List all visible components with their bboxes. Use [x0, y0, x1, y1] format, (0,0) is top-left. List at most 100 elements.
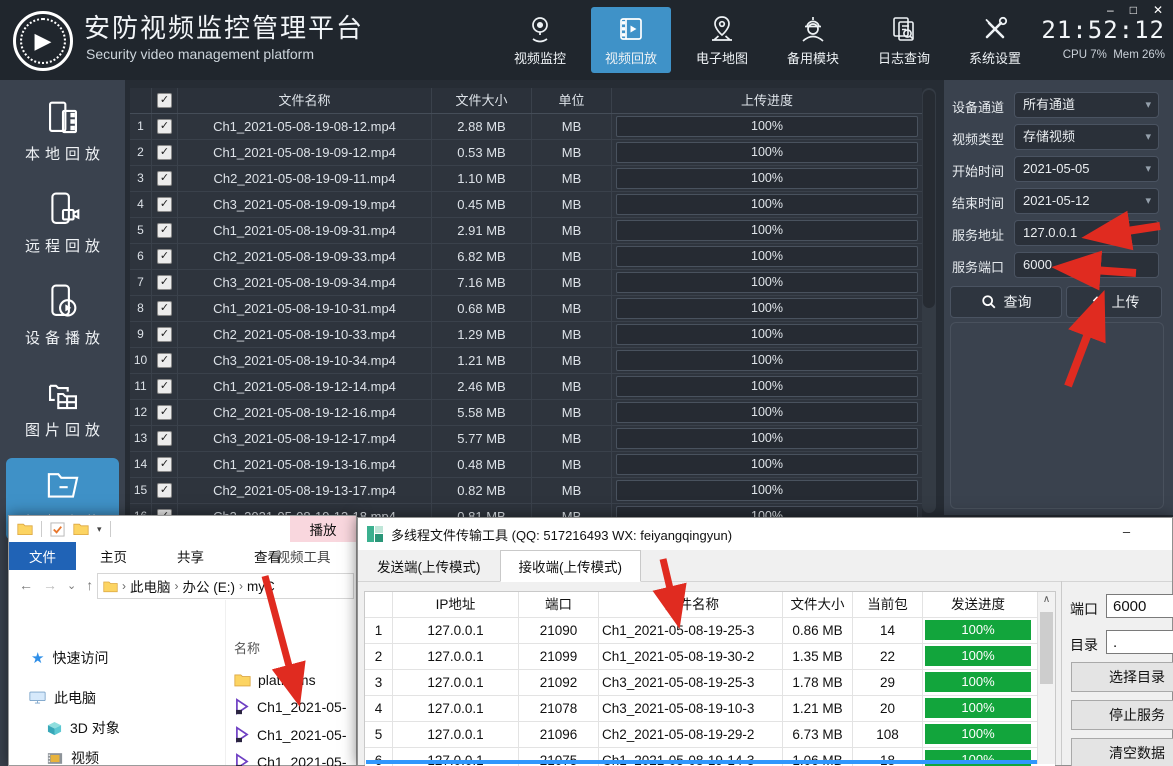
server-port-input[interactable]: 6000	[1014, 252, 1159, 278]
transfer-table-row[interactable]: 3127.0.0.121092Ch3_2021-05-08-19-25-31.7…	[365, 670, 1055, 696]
tab-sender[interactable]: 发送端(上传模式)	[358, 550, 500, 582]
query-button[interactable]: 查询	[950, 286, 1062, 318]
row-checkbox[interactable]: ✓	[152, 296, 178, 321]
upload-table-row[interactable]: 4✓Ch3_2021-05-08-19-09-19.mp40.45 MBMB10…	[130, 192, 922, 218]
header-ip[interactable]: IP地址	[393, 592, 519, 617]
minimize-icon[interactable]: –	[1123, 524, 1130, 539]
row-checkbox[interactable]: ✓	[152, 478, 178, 503]
up-icon[interactable]: ↑	[86, 577, 93, 593]
tab-home[interactable]: 主页	[86, 542, 141, 570]
transfer-title-bar[interactable]: 多线程文件传输工具 (QQ: 517216493 WX: feiyangqing…	[358, 518, 1172, 550]
header-checkbox[interactable]: ✓	[152, 88, 178, 113]
sidebar-item-local-playback[interactable]: 本地回放	[6, 90, 119, 172]
header-send-progress[interactable]: 发送进度	[923, 592, 1033, 617]
transfer-table-row[interactable]: 1127.0.0.121090Ch1_2021-05-08-19-25-30.8…	[365, 618, 1055, 644]
transfer-table-row[interactable]: 2127.0.0.121099Ch1_2021-05-08-19-30-21.3…	[365, 644, 1055, 670]
header-file-name[interactable]: 文件名称	[599, 592, 783, 617]
crumb-this-pc[interactable]: 此电脑	[130, 576, 171, 596]
crumb-drive-e[interactable]: 办公 (E:)	[183, 576, 236, 596]
history-caret-icon[interactable]: ⌄	[67, 579, 76, 592]
forward-icon[interactable]: →	[43, 577, 57, 593]
upload-table-scrollbar[interactable]	[922, 88, 936, 513]
row-checkbox[interactable]: ✓	[152, 192, 178, 217]
server-address-input[interactable]: 127.0.0.1	[1014, 220, 1159, 246]
sidebar-item-remote-playback[interactable]: 远程回放	[6, 182, 119, 264]
check-button-icon[interactable]	[50, 522, 65, 537]
breadcrumb[interactable]: › 此电脑 › 办公 (E:) › myC	[97, 573, 354, 599]
header-port[interactable]: 端口	[519, 592, 599, 617]
row-checkbox[interactable]: ✓	[152, 270, 178, 295]
port-input[interactable]: 6000	[1106, 594, 1173, 618]
tab-video-tools[interactable]: 视频工具	[251, 542, 356, 570]
nav-videos[interactable]: 视频	[47, 748, 99, 766]
upload-button[interactable]: 上传	[1066, 286, 1162, 318]
video-type-select[interactable]: 存储视频▾	[1014, 124, 1159, 150]
play-context-tab[interactable]: 播放	[290, 516, 356, 542]
row-checkbox[interactable]: ✓	[152, 374, 178, 399]
transfer-table-row[interactable]: 5127.0.0.121096Ch2_2021-05-08-19-29-26.7…	[365, 722, 1055, 748]
list-header-name[interactable]: 名称	[234, 638, 260, 657]
upload-table-row[interactable]: 8✓Ch1_2021-05-08-19-10-31.mp40.68 MBMB10…	[130, 296, 922, 322]
upload-table-row[interactable]: 14✓Ch1_2021-05-08-19-13-16.mp40.48 MBMB1…	[130, 452, 922, 478]
row-checkbox[interactable]: ✓	[152, 244, 178, 269]
list-item-video[interactable]: Ch1_2021-05-	[234, 753, 347, 766]
nav-quick-access[interactable]: ★ 快速访问	[31, 648, 108, 668]
upload-table-row[interactable]: 5✓Ch1_2021-05-08-19-09-31.mp42.91 MBMB10…	[130, 218, 922, 244]
crumb-folder[interactable]: myC	[247, 579, 275, 594]
row-checkbox[interactable]: ✓	[152, 218, 178, 243]
upload-table-row[interactable]: 3✓Ch2_2021-05-08-19-09-11.mp41.10 MBMB10…	[130, 166, 922, 192]
back-icon[interactable]: ←	[19, 577, 33, 593]
upload-table-row[interactable]: 15✓Ch2_2021-05-08-19-13-17.mp40.82 MBMB1…	[130, 478, 922, 504]
nav-log-query[interactable]: 日志查询	[864, 7, 944, 73]
sidebar-item-device-play[interactable]: 设备播放	[6, 274, 119, 356]
row-checkbox[interactable]: ✓	[152, 114, 178, 139]
nav-video-playback[interactable]: 视频回放	[591, 7, 671, 73]
close-icon[interactable]: ✕	[1153, 3, 1163, 17]
scrollbar-thumb[interactable]	[923, 90, 935, 308]
dir-input[interactable]: .	[1106, 630, 1173, 654]
minimize-icon[interactable]: –	[1107, 3, 1114, 17]
upload-table-row[interactable]: 11✓Ch1_2021-05-08-19-12-14.mp42.46 MBMB1…	[130, 374, 922, 400]
upload-table-row[interactable]: 2✓Ch1_2021-05-08-19-09-12.mp40.53 MBMB10…	[130, 140, 922, 166]
clear-data-button[interactable]: 清空数据	[1071, 738, 1173, 766]
tab-file[interactable]: 文件	[9, 542, 76, 570]
header-upload-progress[interactable]: 上传进度	[612, 88, 922, 113]
choose-dir-button[interactable]: 选择目录	[1071, 662, 1173, 692]
stop-service-button[interactable]: 停止服务	[1071, 700, 1173, 730]
header-unit[interactable]: 单位	[532, 88, 612, 113]
list-item-video[interactable]: Ch1_2021-05-	[234, 698, 347, 715]
row-checkbox[interactable]: ✓	[152, 400, 178, 425]
nav-emap[interactable]: 电子地图	[682, 7, 762, 73]
header-current-packet[interactable]: 当前包	[853, 592, 923, 617]
start-time-select[interactable]: 2021-05-05▾	[1014, 156, 1159, 182]
nav-video-monitor[interactable]: 视频监控	[500, 7, 580, 73]
nav-3d-objects[interactable]: 3D 对象	[47, 718, 120, 738]
toolbar-caret-icon[interactable]: ▾	[97, 524, 102, 535]
transfer-table-row[interactable]: 4127.0.0.121078Ch3_2021-05-08-19-10-31.2…	[365, 696, 1055, 722]
scroll-up-icon[interactable]: ∧	[1038, 592, 1055, 609]
list-item-video[interactable]: Ch1_2021-05-	[234, 726, 347, 743]
header-file-size[interactable]: 文件大小	[432, 88, 532, 113]
row-checkbox[interactable]: ✓	[152, 140, 178, 165]
transfer-table-scrollbar[interactable]: ∧	[1037, 592, 1055, 764]
end-time-select[interactable]: 2021-05-12▾	[1014, 188, 1159, 214]
nav-backup-module[interactable]: 备用模块	[773, 7, 853, 73]
row-checkbox[interactable]: ✓	[152, 322, 178, 347]
upload-table-row[interactable]: 6✓Ch2_2021-05-08-19-09-33.mp46.82 MBMB10…	[130, 244, 922, 270]
row-checkbox[interactable]: ✓	[152, 452, 178, 477]
scrollbar-thumb[interactable]	[1040, 612, 1053, 684]
upload-table-row[interactable]: 7✓Ch3_2021-05-08-19-09-34.mp47.16 MBMB10…	[130, 270, 922, 296]
row-checkbox[interactable]: ✓	[152, 166, 178, 191]
header-file-name[interactable]: 文件名称	[178, 88, 432, 113]
device-channel-select[interactable]: 所有通道▾	[1014, 92, 1159, 118]
row-checkbox[interactable]: ✓	[152, 348, 178, 373]
tab-share[interactable]: 共享	[163, 542, 218, 570]
folder-icon[interactable]	[73, 522, 89, 536]
upload-table-row[interactable]: 1✓Ch1_2021-05-08-19-08-12.mp42.88 MBMB10…	[130, 114, 922, 140]
upload-table-row[interactable]: 10✓Ch3_2021-05-08-19-10-34.mp41.21 MBMB1…	[130, 348, 922, 374]
upload-table-row[interactable]: 13✓Ch3_2021-05-08-19-12-17.mp45.77 MBMB1…	[130, 426, 922, 452]
header-file-size[interactable]: 文件大小	[783, 592, 853, 617]
upload-table-row[interactable]: 9✓Ch2_2021-05-08-19-10-33.mp41.29 MBMB10…	[130, 322, 922, 348]
upload-table-row[interactable]: 12✓Ch2_2021-05-08-19-12-16.mp45.58 MBMB1…	[130, 400, 922, 426]
nav-this-pc[interactable]: 此电脑	[29, 688, 96, 708]
